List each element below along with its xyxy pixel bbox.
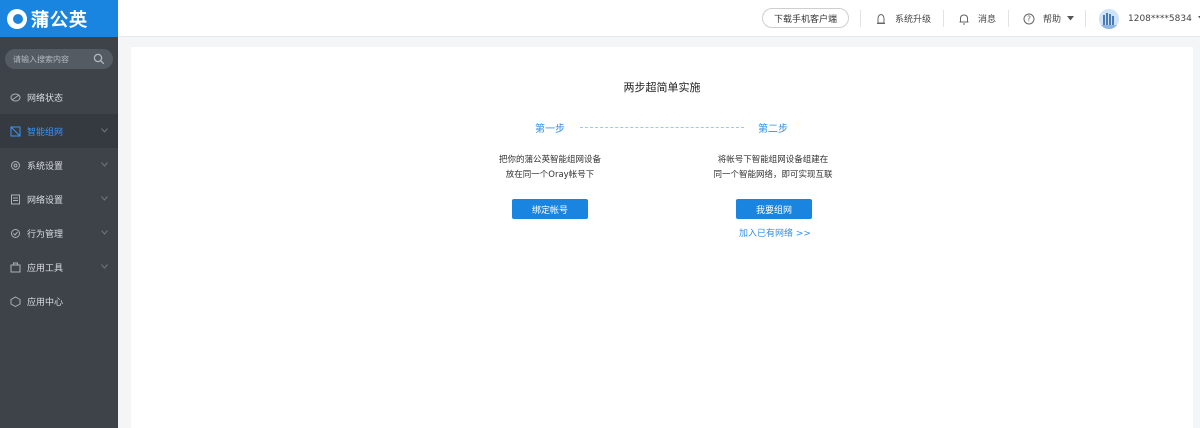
help-icon: ? (1023, 13, 1035, 24)
step-one-label: 第一步 (535, 124, 565, 135)
step-one-description: 把你的蒲公英智能组网设备 放在同一个Oray帐号下 (450, 153, 650, 183)
sidebar-item-network-status[interactable]: 网络状态 (0, 80, 118, 114)
help-label: 帮助 (1043, 15, 1062, 25)
search-icon[interactable] (93, 53, 105, 65)
help-menu[interactable]: ? 帮助 (1023, 0, 1075, 37)
caret-down-icon (1067, 16, 1075, 21)
divider (1085, 10, 1086, 27)
chevron-down-icon (101, 230, 108, 235)
user-account-label: 1208****5834 (1128, 13, 1192, 24)
avatar (1099, 8, 1119, 29)
page-title: 两步超简单实施 (623, 81, 701, 94)
upgrade-icon (877, 13, 885, 24)
divider (1008, 10, 1009, 27)
smart-network-icon (10, 126, 21, 136)
sidebar-item-app-center[interactable]: 应用中心 (0, 284, 118, 318)
system-upgrade-label: 系统升级 (895, 15, 932, 25)
bell-icon (959, 13, 969, 24)
messages-label: 消息 (978, 15, 997, 25)
divider (943, 10, 944, 27)
join-existing-network-link[interactable]: 加入已有网络 >> (731, 226, 819, 239)
sidebar-item-label: 智能组网 (27, 127, 64, 138)
sidebar-item-label: 应用工具 (27, 263, 64, 274)
brand-logo[interactable]: 蒲公英 (0, 0, 118, 37)
brand-logo-icon (7, 8, 27, 29)
user-menu[interactable]: 1208****5834 (1099, 0, 1200, 37)
avatar-image-icon (1099, 8, 1119, 29)
step-two-label: 第二步 (758, 124, 788, 135)
chevron-down-icon (101, 264, 108, 269)
download-app-button[interactable]: 下载手机客户端 (762, 8, 849, 28)
step-one-line-2: 放在同一个Oray帐号下 (505, 170, 595, 180)
create-network-button[interactable]: 我要组网 (736, 199, 812, 219)
step-two-line-1: 将帐号下智能组网设备组建在 (717, 155, 829, 165)
step-one-line-1: 把你的蒲公英智能组网设备 (498, 155, 601, 165)
network-status-icon (10, 93, 21, 101)
gear-icon (11, 160, 20, 170)
sidebar-item-smart-network[interactable]: 智能组网 (0, 114, 118, 148)
search-input[interactable] (13, 54, 93, 64)
behavior-icon (11, 228, 20, 238)
sidebar-item-label: 行为管理 (27, 229, 64, 240)
step-connector-line (580, 127, 744, 128)
svg-text:?: ? (1027, 14, 1031, 23)
sidebar-item-label: 网络设置 (27, 195, 64, 206)
sidebar-item-network-settings[interactable]: 网络设置 (0, 182, 118, 216)
messages-button[interactable]: 消息 (958, 0, 996, 37)
sidebar-item-label: 网络状态 (27, 93, 64, 104)
sidebar: 蒲公英 网络状态 智能组网 (0, 0, 118, 428)
sidebar-item-label: 应用中心 (27, 297, 64, 308)
main-content: 两步超简单实施 第一步 第二步 把你的蒲公英智能组网设备 放在同一个Oray帐号… (131, 47, 1193, 428)
chevron-down-icon (101, 128, 108, 133)
system-upgrade-button[interactable]: 系统升级 (875, 0, 931, 37)
step-two-description: 将帐号下智能组网设备组建在 同一个智能网络，即可实现互联 (673, 153, 873, 183)
bind-account-button[interactable]: 绑定帐号 (512, 199, 588, 219)
step-two-line-2: 同一个智能网络，即可实现互联 (713, 170, 833, 180)
sidebar-item-app-tools[interactable]: 应用工具 (0, 250, 118, 284)
sidebar-nav: 网络状态 智能组网 系统设置 网络设置 行为管理 应用工具 应用中心 (0, 80, 118, 318)
network-settings-icon (11, 194, 20, 204)
sidebar-item-label: 系统设置 (27, 161, 64, 172)
brand-name: 蒲公英 (31, 9, 88, 31)
sidebar-item-system-settings[interactable]: 系统设置 (0, 148, 118, 182)
chevron-down-icon (101, 196, 108, 201)
top-bar: 下载手机客户端 系统升级 消息 ? 帮助 1208****5834 (118, 0, 1200, 37)
app-center-icon (10, 295, 21, 307)
sidebar-item-behavior-management[interactable]: 行为管理 (0, 216, 118, 250)
divider (860, 10, 861, 27)
search-box (5, 49, 113, 69)
toolbox-icon (10, 262, 21, 272)
chevron-down-icon (101, 162, 108, 167)
